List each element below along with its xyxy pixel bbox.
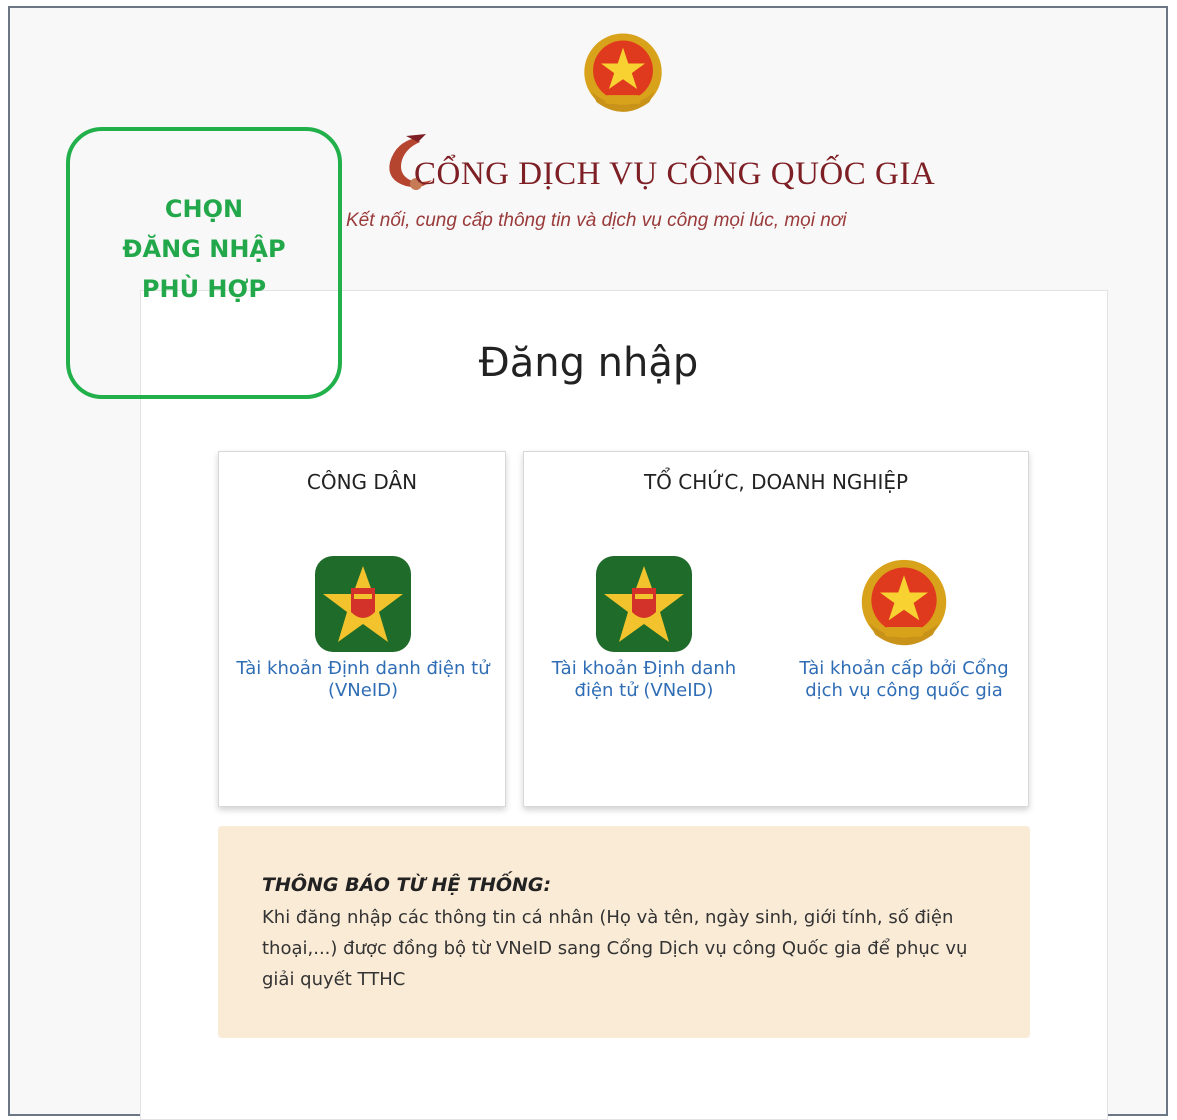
- citizen-vneid-label[interactable]: Tài khoản Định danh điện tử (VNeID): [219, 658, 507, 702]
- citizen-panel-title: CÔNG DÂN: [306, 470, 418, 494]
- organization-vneid-login-option[interactable]: Tài khoản Định danh điện tử (VNeID): [544, 556, 744, 702]
- vneid-icon: [315, 556, 411, 652]
- citizen-vneid-login-option[interactable]: Tài khoản Định danh điện tử (VNeID): [219, 556, 507, 702]
- annotation-text: CHỌN ĐĂNG NHẬP PHÙ HỢP: [70, 189, 338, 309]
- annotation-line-1: CHỌN: [164, 195, 244, 223]
- vneid-icon: [596, 556, 692, 652]
- annotation-line-2: ĐĂNG NHẬP: [122, 235, 286, 263]
- citizen-panel: CÔNG DÂN Tài khoản Định danh điện tử (VN…: [218, 451, 506, 807]
- organization-portal-login-option[interactable]: Tài khoản cấp bởi Cổng dịch vụ công quốc…: [794, 556, 1014, 702]
- login-heading-text: Đăng nhập: [478, 340, 699, 386]
- annotation-callout: CHỌN ĐĂNG NHẬP PHÙ HỢP: [66, 127, 342, 399]
- national-emblem-icon: [584, 33, 662, 112]
- portal-slogan: Kết nối, cung cấp thông tin và dịch vụ c…: [346, 210, 847, 231]
- organization-portal-label[interactable]: Tài khoản cấp bởi Cổng dịch vụ công quốc…: [794, 658, 1014, 702]
- system-notice-body: Khi đăng nhập các thông tin cá nhân (Họ …: [262, 907, 968, 990]
- organization-panel-title: TỔ CHỨC, DOANH NGHIỆP: [643, 470, 909, 494]
- organization-vneid-label[interactable]: Tài khoản Định danh điện tử (VNeID): [544, 658, 744, 702]
- national-emblem-icon: [861, 559, 947, 646]
- system-notice-title: THÔNG BÁO TỪ HỆ THỐNG:: [262, 874, 552, 896]
- annotation-line-3: PHÙ HỢP: [141, 275, 267, 303]
- system-notice: THÔNG BÁO TỪ HỆ THỐNG: Khi đăng nhập các…: [218, 826, 1030, 1038]
- portal-title: CỔNG DỊCH VỤ CÔNG QUỐC GIA: [376, 132, 935, 202]
- portal-title-text: CỔNG DỊCH VỤ CÔNG QUỐC GIA: [414, 156, 936, 192]
- organization-panel: TỔ CHỨC, DOANH NGHIỆP Tài khoản Định dan…: [523, 451, 1029, 807]
